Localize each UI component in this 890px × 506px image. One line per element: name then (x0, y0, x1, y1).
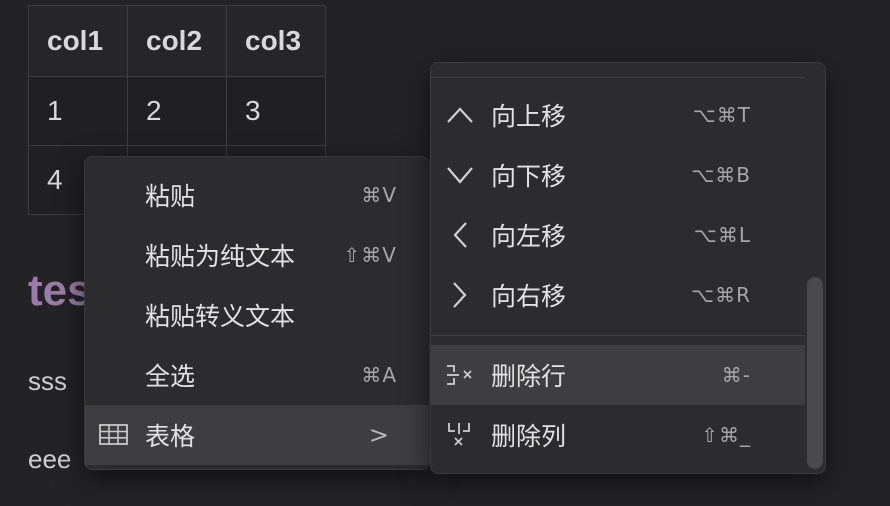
menu-item-table[interactable]: 表格 > (85, 405, 429, 465)
menu-divider (431, 335, 805, 336)
menu-item-move-up[interactable]: 向上移 ⌥⌘T (431, 85, 805, 145)
menu-item-select-all[interactable]: 全选 ⌘A (85, 345, 429, 405)
table-cell[interactable]: 1 (28, 76, 128, 146)
menu-item-shortcut: ⌥⌘R (691, 283, 751, 307)
table-header-cell[interactable]: col1 (28, 5, 128, 77)
menu-item-shortcut: ⇧⌘V (343, 243, 397, 267)
menu-item-shortcut: ⌥⌘B (691, 163, 751, 187)
menu-item-paste-escaped-text[interactable]: 粘贴转义文本 (85, 285, 429, 345)
menu-item-shortcut: ⌥⌘L (693, 223, 751, 247)
submenu-scrollbar[interactable] (805, 275, 825, 471)
menu-item-move-right[interactable]: 向右移 ⌥⌘R (431, 265, 805, 325)
menu-item-label: 删除列 (491, 422, 567, 451)
menu-item-label: 向左移 (491, 222, 567, 251)
menu-item-label: 粘贴转义文本 (145, 302, 296, 331)
menu-item-label: 删除行 (491, 362, 567, 391)
table-row: 1 2 3 (28, 76, 326, 146)
menu-item-move-left[interactable]: 向左移 ⌥⌘L (431, 205, 805, 265)
menu-item-label: 全选 (145, 362, 196, 391)
chevron-right-icon (445, 281, 475, 309)
submenu-arrow-icon: > (368, 421, 389, 449)
menu-item-shortcut: ⌘A (361, 363, 397, 387)
menu-item-shortcut: ⌘- (721, 363, 751, 387)
chevron-down-icon (445, 161, 475, 189)
table-cell[interactable]: 2 (127, 76, 227, 146)
menu-item-label: 粘贴 (145, 182, 196, 211)
chevron-up-icon (445, 101, 475, 129)
chevron-left-icon (445, 221, 475, 249)
menu-item-paste-plain-text[interactable]: 粘贴为纯文本 ⇧⌘V (85, 225, 429, 285)
delete-column-icon (445, 421, 475, 449)
scrollbar-thumb[interactable] (807, 277, 823, 469)
table-icon (99, 423, 129, 453)
menu-item-label: 向右移 (491, 282, 567, 311)
menu-item-delete-row[interactable]: 删除行 ⌘- (431, 345, 805, 405)
delete-row-icon (445, 361, 475, 389)
table-cell[interactable]: 3 (226, 76, 326, 146)
menu-item-paste[interactable]: 粘贴 ⌘V (85, 165, 429, 225)
menu-item-shortcut: ⌥⌘T (692, 103, 751, 127)
document-paragraph[interactable]: eee (28, 444, 71, 475)
menu-item-label: 粘贴为纯文本 (145, 242, 296, 271)
menu-item-label: 向下移 (491, 162, 567, 191)
menu-item-move-down[interactable]: 向下移 ⌥⌘B (431, 145, 805, 205)
table-submenu: 向上移 ⌥⌘T 向下移 ⌥⌘B 向左移 ⌥⌘L 向右移 ⌥⌘R 删除行 ⌘- 删… (430, 62, 826, 474)
table-header-cell[interactable]: col2 (127, 5, 227, 77)
menu-item-label: 表格 (145, 422, 196, 451)
menu-item-delete-column[interactable]: 删除列 ⇧⌘_ (431, 405, 805, 465)
menu-item-shortcut: ⌘V (361, 183, 397, 207)
document-paragraph[interactable]: sss (28, 366, 67, 397)
menu-divider (431, 77, 805, 78)
context-menu: 粘贴 ⌘V 粘贴为纯文本 ⇧⌘V 粘贴转义文本 全选 ⌘A 表格 > (84, 156, 430, 470)
menu-item-shortcut: ⇧⌘_ (701, 423, 751, 447)
table-header-cell[interactable]: col3 (226, 5, 326, 77)
table-header-row: col1 col2 col3 (28, 5, 326, 77)
menu-item-label: 向上移 (491, 102, 567, 131)
